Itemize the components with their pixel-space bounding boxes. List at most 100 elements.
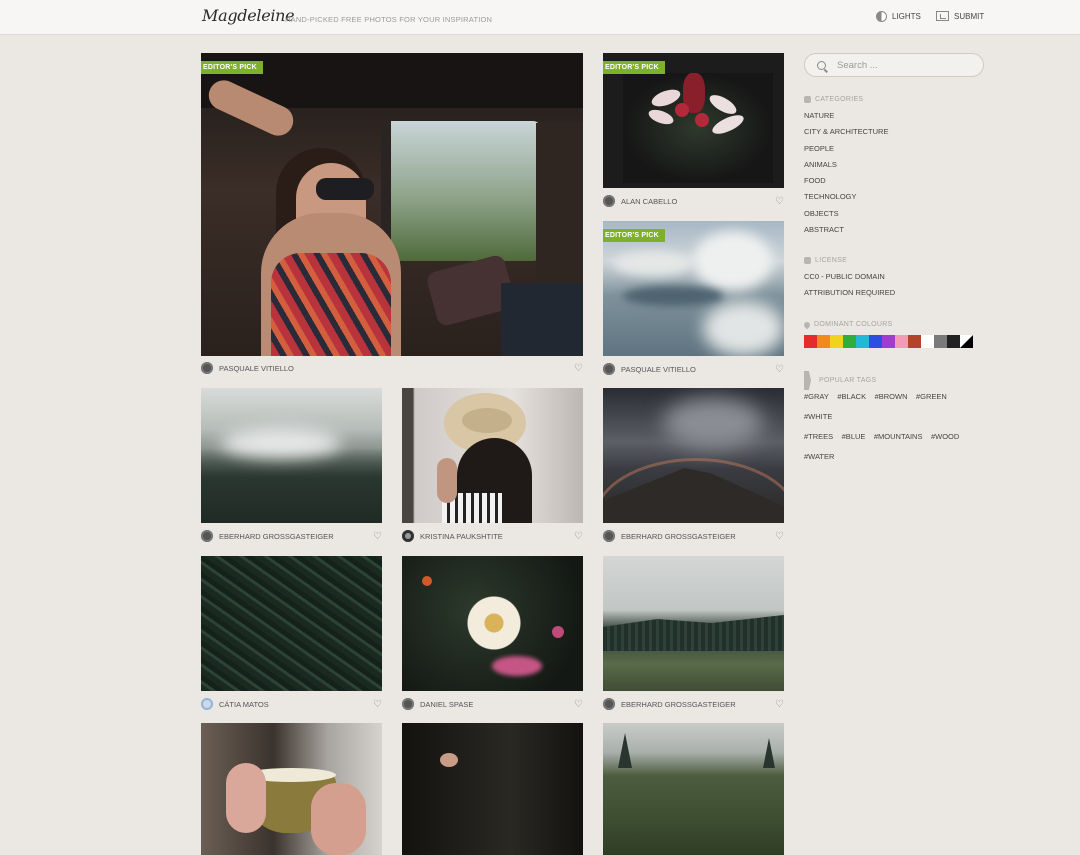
heart-icon[interactable]: ♡ xyxy=(775,699,784,710)
tag-link[interactable]: #MOUNTAINS xyxy=(874,427,923,446)
author-avatar[interactable] xyxy=(201,698,213,710)
photo-image[interactable] xyxy=(201,723,382,855)
editors-pick-badge: EDITOR'S PICK xyxy=(201,61,263,74)
category-item[interactable]: CITY & ARCHITECTURE xyxy=(804,124,888,140)
author-name[interactable]: PASQUALE VITIELLO xyxy=(219,364,294,373)
heart-icon[interactable]: ♡ xyxy=(373,531,382,542)
tag-link[interactable]: #GRAY xyxy=(804,387,829,406)
category-item[interactable]: NATURE xyxy=(804,108,888,124)
photo-card[interactable]: EDITOR'S PICK ALAN CABELLO ♡ xyxy=(603,53,784,209)
heart-icon[interactable]: ♡ xyxy=(775,196,784,207)
tag-link[interactable]: #BROWN xyxy=(875,387,908,406)
lights-toggle[interactable]: LIGHTS xyxy=(876,11,921,22)
photo-card[interactable]: EBERHARD GROSSGASTEIGER ♡ xyxy=(603,388,784,544)
author-name[interactable]: EBERHARD GROSSGASTEIGER xyxy=(621,532,736,541)
colour-swatch[interactable] xyxy=(934,335,947,348)
heart-icon[interactable]: ♡ xyxy=(574,699,583,710)
photo-card[interactable] xyxy=(603,723,784,855)
photo-card[interactable]: EDITOR'S PICK PASQUALE VITIELLO ♡ xyxy=(201,53,583,376)
heart-icon[interactable]: ♡ xyxy=(574,531,583,542)
heart-icon[interactable]: ♡ xyxy=(373,699,382,710)
submit-link[interactable]: SUBMIT xyxy=(936,11,984,21)
license-list: CC0 - PUBLIC DOMAIN ATTRIBUTION REQUIRED xyxy=(804,269,895,302)
categories-list: NATURE CITY & ARCHITECTURE PEOPLE ANIMAL… xyxy=(804,108,888,238)
tag-link[interactable]: #WOOD xyxy=(931,427,959,446)
license-item[interactable]: CC0 - PUBLIC DOMAIN xyxy=(804,269,895,285)
photo-image[interactable] xyxy=(603,388,784,523)
author-avatar[interactable] xyxy=(603,530,615,542)
author-avatar[interactable] xyxy=(603,698,615,710)
tag-link[interactable]: #GREEN xyxy=(916,387,947,406)
tag-link[interactable]: #WATER xyxy=(804,447,834,466)
colour-swatch[interactable] xyxy=(817,335,830,348)
category-item[interactable]: FOOD xyxy=(804,173,888,189)
colour-swatch[interactable] xyxy=(869,335,882,348)
editors-pick-badge: EDITOR'S PICK xyxy=(603,229,665,242)
colour-swatch[interactable] xyxy=(960,335,973,348)
colour-swatch[interactable] xyxy=(804,335,817,348)
photo-card[interactable]: KRISTINA PAUKSHTITE ♡ xyxy=(402,388,583,544)
heart-icon[interactable]: ♡ xyxy=(775,531,784,542)
category-item[interactable]: ANIMALS xyxy=(804,157,888,173)
author-name[interactable]: CÁTIA MATOS xyxy=(219,700,269,709)
search-input[interactable] xyxy=(835,58,969,72)
photo-meta: KRISTINA PAUKSHTITE ♡ xyxy=(402,529,583,543)
heart-icon[interactable]: ♡ xyxy=(775,364,784,375)
photo-card[interactable]: EBERHARD GROSSGASTEIGER ♡ xyxy=(603,556,784,712)
photo-image[interactable] xyxy=(402,556,583,691)
tag-link[interactable]: #TREES xyxy=(804,427,833,446)
author-avatar[interactable] xyxy=(201,530,213,542)
author-name[interactable]: EBERHARD GROSSGASTEIGER xyxy=(621,700,736,709)
category-item[interactable]: PEOPLE xyxy=(804,141,888,157)
photo-image[interactable] xyxy=(603,723,784,855)
category-item[interactable]: ABSTRACT xyxy=(804,222,888,238)
colour-swatch[interactable] xyxy=(921,335,934,348)
colour-swatch[interactable] xyxy=(947,335,960,348)
photo-image[interactable]: EDITOR'S PICK xyxy=(603,53,784,188)
photo-card[interactable]: CÁTIA MATOS ♡ xyxy=(201,556,382,712)
heart-icon[interactable]: ♡ xyxy=(574,363,583,374)
colour-swatch[interactable] xyxy=(856,335,869,348)
category-item[interactable]: OBJECTS xyxy=(804,206,888,222)
photo-image[interactable] xyxy=(402,388,583,523)
photo-image[interactable] xyxy=(201,388,382,523)
photo-image[interactable] xyxy=(201,556,382,691)
site-logo[interactable]: Magdeleine xyxy=(202,6,295,25)
author-avatar[interactable] xyxy=(603,363,615,375)
submit-icon xyxy=(936,11,949,21)
colour-swatch[interactable] xyxy=(908,335,921,348)
photo-card[interactable]: EBERHARD GROSSGASTEIGER ♡ xyxy=(201,388,382,544)
photo-meta: EBERHARD GROSSGASTEIGER ♡ xyxy=(603,529,784,543)
author-name[interactable]: PASQUALE VITIELLO xyxy=(621,365,696,374)
photo-card[interactable]: EDITOR'S PICK PASQUALE VITIELLO ♡ xyxy=(603,221,784,376)
colours-heading: DOMINANT COLOURS xyxy=(802,320,893,329)
photo-meta: DANIEL SPASE ♡ xyxy=(402,697,583,711)
author-name[interactable]: EBERHARD GROSSGASTEIGER xyxy=(219,532,334,541)
author-avatar[interactable] xyxy=(402,698,414,710)
photo-image[interactable]: EDITOR'S PICK xyxy=(201,53,583,356)
editors-pick-badge: EDITOR'S PICK xyxy=(603,61,665,74)
photo-image[interactable] xyxy=(603,556,784,691)
author-avatar[interactable] xyxy=(201,362,213,374)
photo-image[interactable]: EDITOR'S PICK xyxy=(603,221,784,356)
search-box[interactable] xyxy=(804,53,984,77)
tag-link[interactable]: #BLUE xyxy=(842,427,866,446)
license-item[interactable]: ATTRIBUTION REQUIRED xyxy=(804,285,895,301)
author-name[interactable]: KRISTINA PAUKSHTITE xyxy=(420,532,503,541)
tag-link[interactable]: #WHITE xyxy=(804,407,832,426)
author-avatar[interactable] xyxy=(402,530,414,542)
author-avatar[interactable] xyxy=(603,195,615,207)
photo-image[interactable] xyxy=(402,723,583,855)
colour-swatch[interactable] xyxy=(843,335,856,348)
author-name[interactable]: ALAN CABELLO xyxy=(621,197,677,206)
colour-swatch[interactable] xyxy=(830,335,843,348)
photo-card[interactable] xyxy=(402,723,583,855)
colours-title: DOMINANT COLOURS xyxy=(814,321,893,328)
photo-card[interactable] xyxy=(201,723,382,855)
tag-link[interactable]: #BLACK xyxy=(837,387,866,406)
colour-swatch[interactable] xyxy=(895,335,908,348)
colour-swatch[interactable] xyxy=(882,335,895,348)
category-item[interactable]: TECHNOLOGY xyxy=(804,189,888,205)
photo-card[interactable]: DANIEL SPASE ♡ xyxy=(402,556,583,712)
author-name[interactable]: DANIEL SPASE xyxy=(420,700,473,709)
